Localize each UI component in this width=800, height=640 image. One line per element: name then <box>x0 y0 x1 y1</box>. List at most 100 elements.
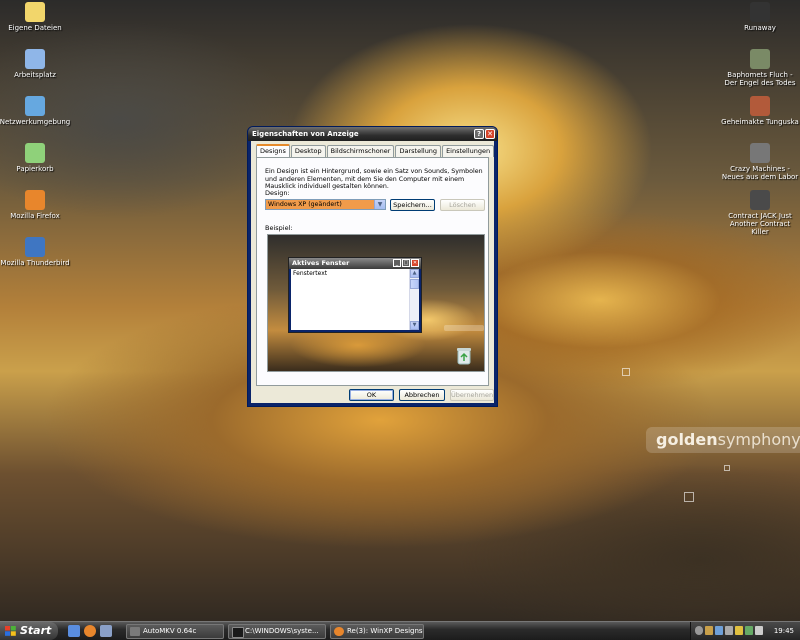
dialog-titlebar[interactable]: Eigenschaften von Anzeige ? ✕ <box>248 127 497 141</box>
desktop-icon-contract-jack[interactable]: Contract JACK Just Another Contract Kill… <box>720 190 800 236</box>
clock[interactable]: 19:45 <box>774 622 794 640</box>
desktop-icon-arbeitsplatz[interactable]: Arbeitsplatz <box>0 49 75 79</box>
preview-window-title: Aktives Fenster <box>292 259 350 267</box>
desktop-icon-papierkorb[interactable]: Papierkorb <box>0 143 75 173</box>
mozilla-thunderbird-icon <box>25 237 45 257</box>
taskbar: Start AutoMKV 0.64c C:\WINDOWS\syste... … <box>0 621 800 640</box>
desktop-icon-label: Netzwerkumgebung <box>0 118 71 126</box>
preview-brand-logo <box>444 325 484 331</box>
scroll-up-icon: ▲ <box>410 269 419 278</box>
preview-window-client: Fenstertext ▲ ▼ <box>291 269 419 330</box>
close-icon: ✕ <box>411 259 419 267</box>
task-firefox[interactable]: Re(3): WinXP Designs... <box>330 624 424 639</box>
geheimakte-tunguska-icon <box>750 96 770 116</box>
minimize-icon: _ <box>393 259 401 267</box>
tray-icon[interactable] <box>715 626 723 635</box>
desktop-icon-mozilla-firefox[interactable]: Mozilla Firefox <box>0 190 75 220</box>
desktop-icon-geheimakte-tunguska[interactable]: Geheimakte Tunguska <box>720 96 800 126</box>
desktop-icon-label: Mozilla Thunderbird <box>0 259 70 267</box>
windows-flag-icon <box>5 626 16 636</box>
design-label: Design: <box>265 189 290 197</box>
desktop-icon-label: Crazy Machines - Neues aus dem Labor <box>721 165 799 181</box>
preview-active-window: Aktives Fenster _ □ ✕ Fenstertext ▲ ▼ <box>288 257 422 333</box>
cancel-button[interactable]: Abbrechen <box>399 389 445 401</box>
tray-icon[interactable] <box>705 626 713 635</box>
desktop-icon-label: Geheimakte Tunguska <box>721 118 799 126</box>
desktop-icon-netzwerkumgebung[interactable]: Netzwerkumgebung <box>0 96 75 126</box>
task-label: C:\WINDOWS\syste... <box>245 627 319 635</box>
task-label: Re(3): WinXP Designs... <box>347 627 424 635</box>
baphomets-fluch-icon <box>750 49 770 69</box>
help-button[interactable]: ? <box>474 129 484 139</box>
automkv-icon <box>130 627 140 636</box>
desktop-icon-baphomets-fluch[interactable]: Baphomets Fluch - Der Engel des Todes <box>720 49 800 87</box>
firefox-quicklaunch-icon[interactable] <box>84 625 96 637</box>
tab-designs[interactable]: Designs <box>256 144 290 158</box>
netzwerkumgebung-icon <box>25 96 45 116</box>
ok-button[interactable]: OK <box>349 389 394 401</box>
eigene-dateien-icon <box>25 2 45 22</box>
example-label: Beispiel: <box>265 224 293 232</box>
apply-button[interactable]: Übernehmen <box>450 389 494 401</box>
system-tray: 19:45 <box>690 622 800 640</box>
designs-pane: Ein Design ist ein Hintergrund, sowie ei… <box>256 157 489 386</box>
crazy-machines-icon <box>750 143 770 163</box>
design-description: Ein Design ist ein Hintergrund, sowie ei… <box>265 168 483 190</box>
close-button[interactable]: ✕ <box>485 129 495 139</box>
mozilla-firefox-icon <box>25 190 45 210</box>
scroll-thumb <box>410 279 419 289</box>
decor-square <box>684 492 694 502</box>
tray-icon[interactable] <box>725 626 733 635</box>
runaway-icon <box>750 2 770 22</box>
desktop-icon-label: Contract JACK Just Another Contract Kill… <box>728 212 792 236</box>
desktop-icon-label: Mozilla Firefox <box>10 212 60 220</box>
design-preview: Aktives Fenster _ □ ✕ Fenstertext ▲ ▼ <box>267 234 485 372</box>
start-label: Start <box>20 624 52 637</box>
desktop-icon-crazy-machines[interactable]: Crazy Machines - Neues aus dem Labor <box>720 143 800 181</box>
delete-button[interactable]: Löschen <box>440 199 485 211</box>
dialog-title: Eigenschaften von Anzeige <box>252 130 359 138</box>
task-label: AutoMKV 0.64c <box>143 627 197 635</box>
volume-icon[interactable] <box>755 626 763 635</box>
decor-square <box>724 465 730 471</box>
brand-bold: golden <box>656 430 718 449</box>
desktop-icon-label: Baphomets Fluch - Der Engel des Todes <box>724 71 796 87</box>
quicklaunch-icon[interactable] <box>100 625 112 637</box>
preview-window-text: Fenstertext <box>293 270 328 277</box>
desktop-icon-mozilla-thunderbird[interactable]: Mozilla Thunderbird <box>0 237 75 267</box>
tab-strip: Designs Desktop Bildschirmschoner Darste… <box>256 144 495 158</box>
cmd-icon <box>232 627 244 638</box>
chevron-down-icon[interactable]: ▼ <box>374 200 385 209</box>
tab-bildschirmschoner[interactable]: Bildschirmschoner <box>326 145 395 157</box>
start-button[interactable]: Start <box>0 622 58 640</box>
save-button[interactable]: Speichern... <box>390 199 435 211</box>
preview-window-buttons: _ □ ✕ <box>393 259 419 267</box>
show-desktop-icon[interactable] <box>68 625 80 637</box>
task-cmd[interactable]: C:\WINDOWS\syste... <box>228 624 326 639</box>
scroll-down-icon: ▼ <box>410 321 419 330</box>
decor-square <box>622 368 630 376</box>
tab-einstellungen[interactable]: Einstellungen <box>442 145 495 157</box>
desktop-icon-runaway[interactable]: Runaway <box>720 2 800 32</box>
tab-darstellung[interactable]: Darstellung <box>395 145 442 157</box>
goldensymphony-logo: goldensymphony <box>646 427 800 453</box>
tray-icon[interactable] <box>745 626 753 635</box>
tray-icon[interactable] <box>735 626 743 635</box>
brand-light: symphony <box>717 430 800 449</box>
maximize-icon: □ <box>402 259 410 267</box>
tab-desktop[interactable]: Desktop <box>290 145 326 157</box>
design-select[interactable]: Windows XP (geändert) ▼ <box>265 199 386 210</box>
preview-scrollbar: ▲ ▼ <box>409 269 419 330</box>
arbeitsplatz-icon <box>25 49 45 69</box>
contract-jack-icon <box>750 190 770 210</box>
task-automkv[interactable]: AutoMKV 0.64c <box>126 624 224 639</box>
preview-window-titlebar: Aktives Fenster _ □ ✕ <box>289 258 421 269</box>
desktop-icon-label: Papierkorb <box>16 165 54 173</box>
tray-arrow-icon[interactable] <box>695 626 703 635</box>
desktop-icon-label: Eigene Dateien <box>8 24 62 32</box>
desktop-icon-label: Arbeitsplatz <box>14 71 56 79</box>
recycle-bin-icon <box>457 348 471 365</box>
display-properties-dialog: Eigenschaften von Anzeige ? ✕ Designs De… <box>247 126 498 407</box>
desktop-icon-eigene-dateien[interactable]: Eigene Dateien <box>0 2 75 32</box>
papierkorb-icon <box>25 143 45 163</box>
